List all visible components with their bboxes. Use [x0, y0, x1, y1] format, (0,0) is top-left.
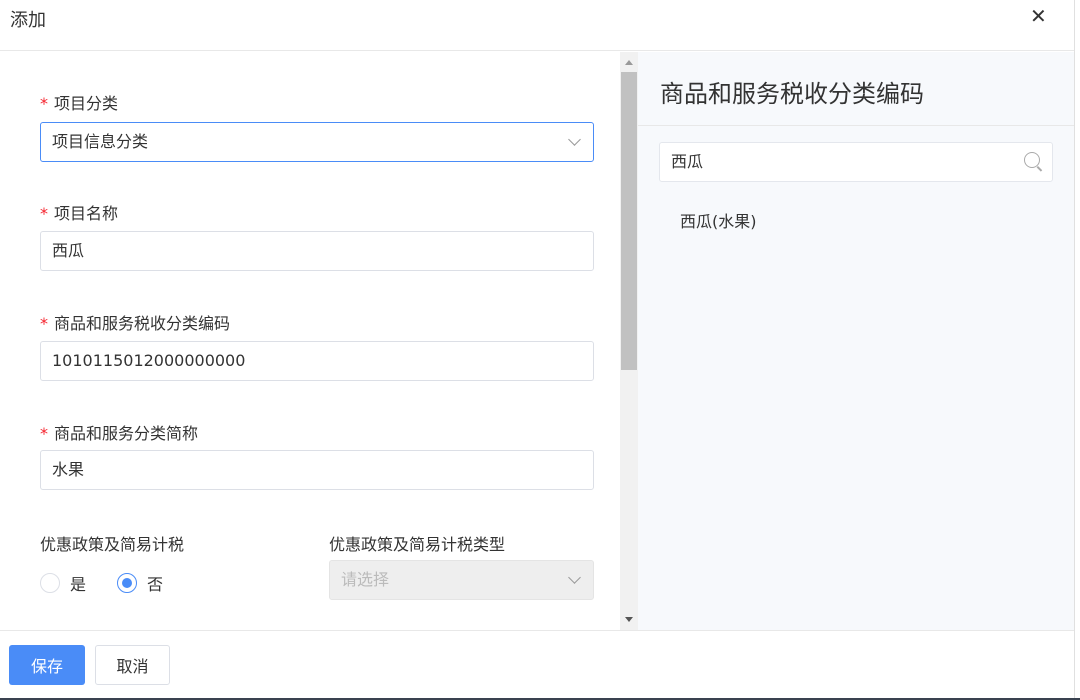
label-text: 项目分类: [54, 94, 119, 113]
name-input[interactable]: 西瓜: [40, 231, 594, 271]
name-label: * 项目名称: [40, 200, 118, 224]
chevron-down-icon: [568, 133, 581, 146]
scroll-down-arrow-icon[interactable]: [625, 617, 633, 622]
required-mark: *: [40, 314, 48, 333]
label-text: 项目名称: [54, 204, 119, 223]
tax-code-panel: 商品和服务税收分类编码 西瓜 西瓜(水果): [638, 52, 1074, 630]
save-button[interactable]: 保存: [9, 645, 85, 685]
required-mark: *: [40, 204, 48, 223]
search-icon[interactable]: [1024, 152, 1040, 168]
required-mark: *: [40, 94, 48, 113]
radio-yes[interactable]: 是: [40, 571, 86, 595]
form-scrollbar[interactable]: [620, 52, 638, 630]
select-placeholder: 请选择: [341, 570, 390, 589]
category-label: * 项目分类: [40, 90, 118, 114]
dialog-footer: 保存 取消: [0, 630, 1074, 698]
cancel-button[interactable]: 取消: [95, 645, 170, 685]
short-name-label: * 商品和服务分类简称: [40, 420, 198, 444]
tax-code-search-input[interactable]: 西瓜: [659, 142, 1053, 182]
form-panel: * 项目分类 项目信息分类 * 项目名称 西瓜 * 商品和服务税收分类编码 10101…: [0, 52, 620, 630]
chevron-down-icon: [568, 571, 581, 584]
dialog-title: 添加: [10, 10, 46, 31]
search-result-item[interactable]: 西瓜(水果): [680, 208, 757, 232]
radio-label: 是: [70, 575, 87, 594]
label-text: 商品和服务税收分类编码: [54, 314, 231, 333]
select-value: 项目信息分类: [52, 132, 149, 151]
radio-no[interactable]: 否: [117, 571, 163, 595]
scroll-up-arrow-icon[interactable]: [625, 60, 633, 65]
tax-code-input[interactable]: 1010115012000000000: [40, 341, 594, 381]
label-text: 商品和服务分类简称: [54, 424, 199, 443]
preferential-label: 优惠政策及简易计税: [40, 535, 185, 554]
preferential-type-label: 优惠政策及简易计税类型: [329, 535, 506, 554]
category-select[interactable]: 项目信息分类: [40, 122, 594, 162]
radio-label: 否: [147, 575, 164, 594]
search-value: 西瓜: [671, 152, 704, 171]
preferential-type-select[interactable]: 请选择: [329, 560, 594, 600]
required-mark: *: [40, 424, 48, 443]
radio-circle: [40, 573, 60, 593]
radio-circle-checked: [117, 573, 137, 593]
panel-title: 商品和服务税收分类编码: [660, 80, 924, 108]
dialog-edge: [1074, 0, 1075, 700]
tax-code-label: * 商品和服务税收分类编码: [40, 310, 230, 334]
dialog-header: 添加 ✕: [0, 0, 1074, 51]
scrollbar-thumb[interactable]: [621, 72, 637, 370]
short-name-input[interactable]: 水果: [40, 450, 594, 490]
close-icon[interactable]: ✕: [1030, 4, 1047, 28]
divider: [638, 125, 1074, 126]
